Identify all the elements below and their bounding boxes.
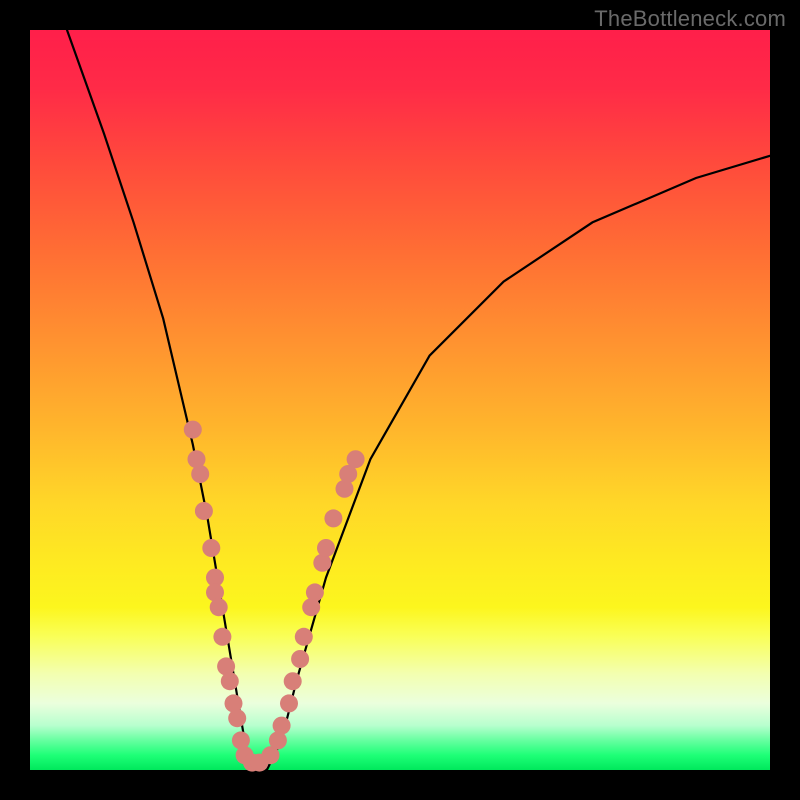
data-marker [195, 502, 213, 520]
chart-svg [30, 30, 770, 770]
data-marker [191, 465, 209, 483]
marker-group [184, 421, 365, 772]
data-marker [347, 450, 365, 468]
data-marker [213, 628, 231, 646]
data-marker [295, 628, 313, 646]
plot-area [30, 30, 770, 770]
watermark-text: TheBottleneck.com [594, 6, 786, 32]
data-marker [324, 509, 342, 527]
data-marker [210, 598, 228, 616]
data-marker [306, 583, 324, 601]
data-marker [202, 539, 220, 557]
data-marker [228, 709, 246, 727]
data-marker [184, 421, 202, 439]
data-marker [291, 650, 309, 668]
data-marker [280, 694, 298, 712]
data-marker [221, 672, 239, 690]
bottleneck-curve [67, 30, 770, 770]
data-marker [273, 717, 291, 735]
data-marker [284, 672, 302, 690]
data-marker [317, 539, 335, 557]
outer-frame: TheBottleneck.com [0, 0, 800, 800]
